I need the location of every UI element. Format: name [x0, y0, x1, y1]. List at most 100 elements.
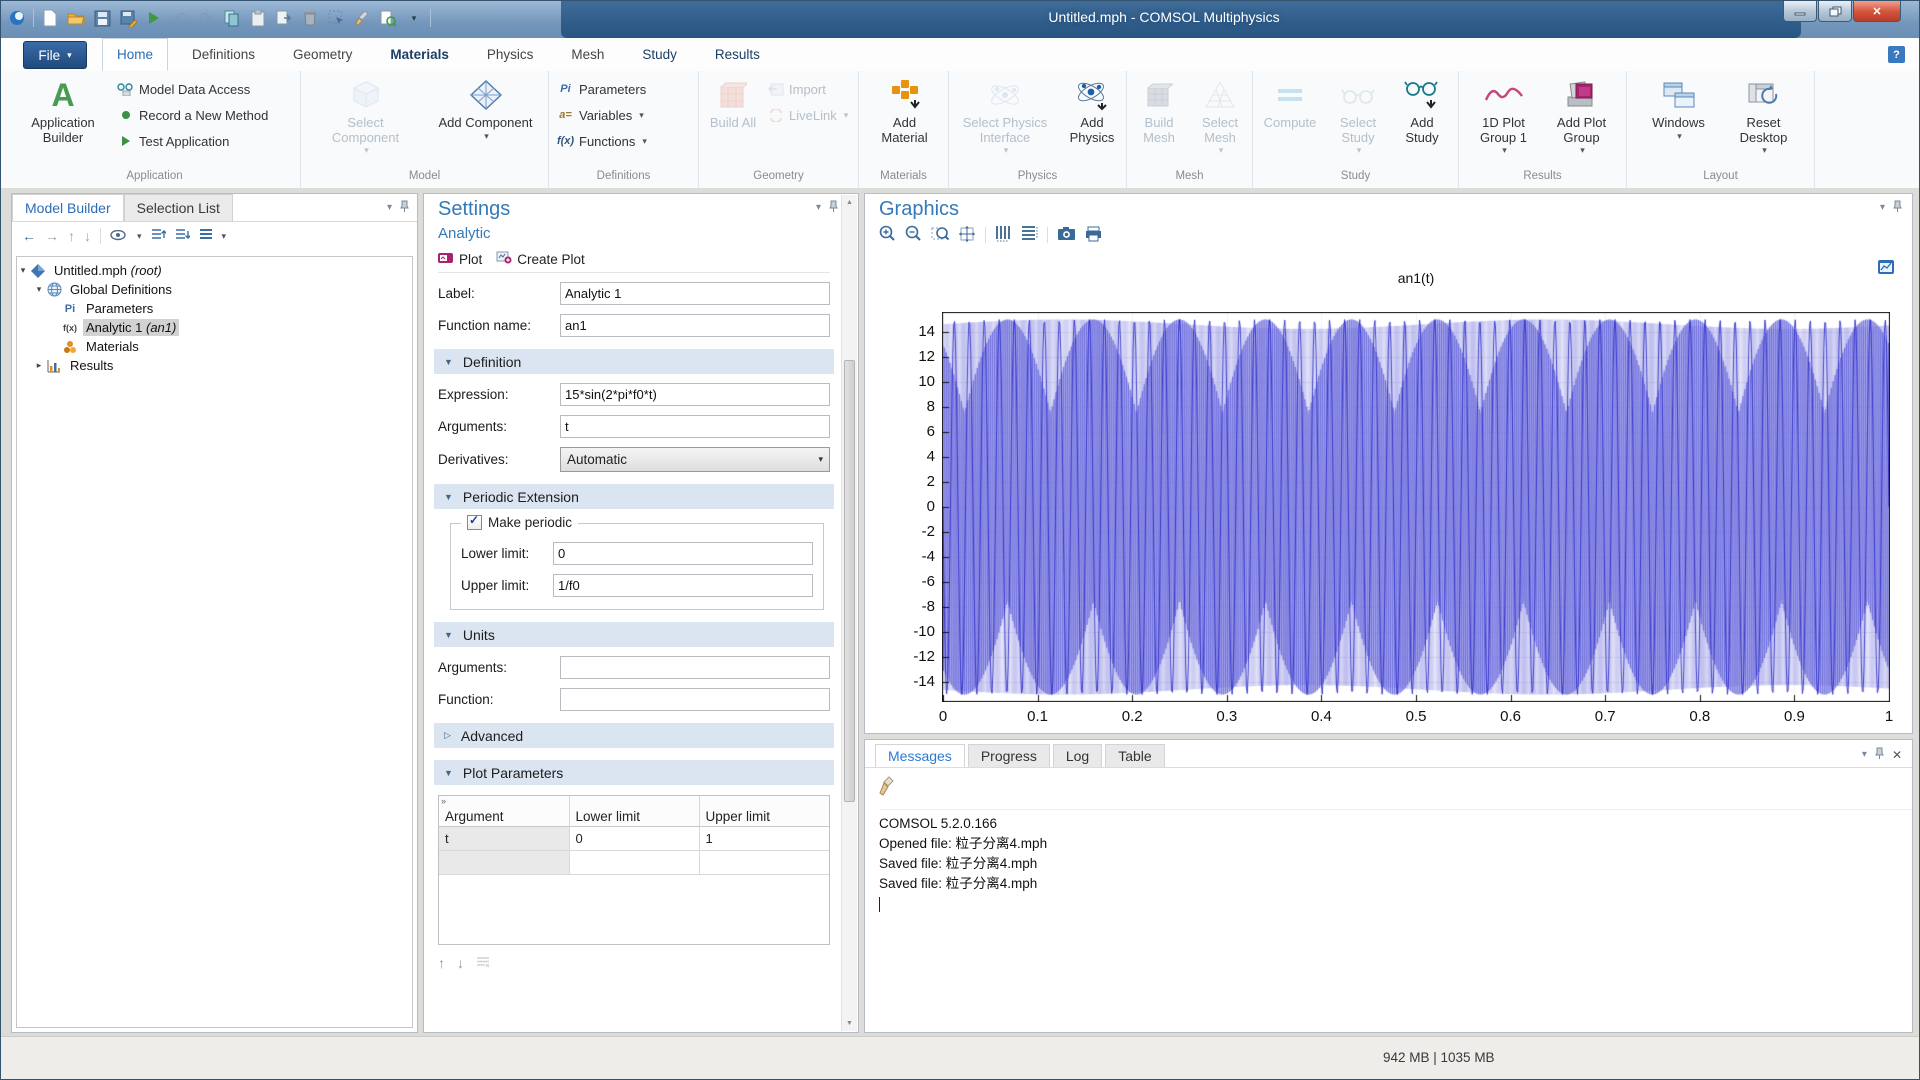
tab-model-builder[interactable]: Model Builder: [12, 194, 124, 221]
chevron-down-icon[interactable]: ▾: [1862, 749, 1867, 760]
delete-row-icon[interactable]: [476, 955, 490, 971]
plot-window-icon[interactable]: [1878, 260, 1894, 277]
expression-field[interactable]: [560, 383, 830, 406]
copy-icon[interactable]: [222, 8, 242, 28]
table-row[interactable]: [439, 851, 829, 875]
move-row-up-icon[interactable]: ↑: [438, 955, 445, 971]
back-icon[interactable]: ←: [22, 228, 36, 244]
expander-icon[interactable]: ▾: [17, 265, 29, 276]
tab-results[interactable]: Results: [701, 38, 774, 71]
pin-icon[interactable]: [1875, 747, 1884, 762]
add-study-button[interactable]: Add Study: [1395, 76, 1449, 145]
save-as-icon[interactable]: [118, 8, 138, 28]
expand-all-icon[interactable]: [151, 228, 166, 244]
tab-home[interactable]: Home: [102, 38, 168, 71]
zoom-extents-icon[interactable]: [958, 225, 976, 246]
tab-progress[interactable]: Progress: [968, 744, 1050, 767]
report-icon[interactable]: [378, 8, 398, 28]
paste-move-icon[interactable]: [274, 8, 294, 28]
tab-table[interactable]: Table: [1105, 744, 1164, 767]
expander-icon[interactable]: ▸: [33, 360, 45, 371]
pin-icon[interactable]: [400, 200, 409, 215]
more-dropdown-icon[interactable]: ▾: [404, 8, 424, 28]
function-name-field[interactable]: [560, 314, 830, 337]
file-menu-button[interactable]: File▾: [23, 41, 87, 69]
add-physics-button[interactable]: Add Physics: [1063, 76, 1121, 145]
chevron-down-icon[interactable]: ▾: [1880, 202, 1885, 213]
label-field[interactable]: [560, 282, 830, 305]
columns-icon[interactable]: [199, 228, 213, 244]
add-plot-group-button[interactable]: Add Plot Group▾: [1547, 76, 1617, 156]
upper-limit-field[interactable]: [553, 574, 813, 597]
dropdown-caret[interactable]: ▾: [222, 231, 227, 242]
application-builder-button[interactable]: A Application Builder: [15, 76, 111, 145]
section-advanced[interactable]: ▷ Advanced: [434, 723, 834, 748]
collapse-all-icon[interactable]: [175, 228, 190, 244]
tab-mesh[interactable]: Mesh: [557, 38, 618, 71]
tree-item-global-definitions[interactable]: ▾ Global Definitions: [17, 280, 412, 299]
redo-icon[interactable]: ↷: [196, 8, 216, 28]
tab-selection-list[interactable]: Selection List: [124, 194, 233, 221]
units-function-field[interactable]: [560, 688, 830, 711]
units-arguments-field[interactable]: [560, 656, 830, 679]
zoom-in-icon[interactable]: [879, 225, 896, 245]
grid-y-icon[interactable]: [1021, 225, 1038, 245]
pin-icon[interactable]: [1893, 200, 1902, 215]
chevron-down-icon[interactable]: ▾: [387, 202, 392, 213]
help-button[interactable]: ?: [1888, 46, 1905, 63]
column-header[interactable]: Argument: [439, 796, 569, 827]
arguments-field[interactable]: [560, 415, 830, 438]
scrollbar-thumb[interactable]: [844, 360, 855, 802]
tree-item-parameters[interactable]: Pi Parameters: [17, 299, 412, 318]
close-icon[interactable]: ✕: [1892, 748, 1902, 762]
dropdown-caret[interactable]: ▾: [137, 231, 142, 242]
model-data-access-button[interactable]: Model Data Access: [115, 76, 268, 102]
table-row[interactable]: t 0 1: [439, 827, 829, 851]
scroll-up-icon[interactable]: ▲: [842, 195, 857, 210]
parameters-button[interactable]: Pi Parameters: [555, 76, 647, 102]
section-units[interactable]: ▼ Units: [434, 622, 834, 647]
variables-button[interactable]: a= Variables▾: [555, 102, 647, 128]
tree-item-analytic-1[interactable]: f(x) Analytic 1 (an1): [17, 318, 412, 337]
record-new-method-button[interactable]: Record a New Method: [115, 102, 268, 128]
move-down-icon[interactable]: ↓: [84, 228, 91, 244]
tree-item-root[interactable]: ▾ Untitled.mph (root): [17, 261, 412, 280]
tab-log[interactable]: Log: [1053, 744, 1102, 767]
section-definition[interactable]: ▼ Definition: [434, 349, 834, 374]
tree-item-materials[interactable]: Materials: [17, 337, 412, 356]
print-icon[interactable]: [1085, 226, 1102, 245]
functions-button[interactable]: f(x) Functions▾: [555, 128, 647, 154]
move-up-icon[interactable]: ↑: [68, 228, 75, 244]
clear-messages-icon[interactable]: [879, 784, 895, 799]
undo-icon[interactable]: ↶: [170, 8, 190, 28]
restore-button[interactable]: [1818, 1, 1852, 22]
scroll-down-icon[interactable]: ▼: [842, 1016, 857, 1031]
plot-group-1d-button[interactable]: 1D Plot Group 1▾: [1471, 76, 1537, 156]
open-file-icon[interactable]: [66, 8, 86, 28]
plot-button[interactable]: Plot: [438, 252, 482, 267]
make-periodic-checkbox[interactable]: [467, 515, 482, 530]
column-header[interactable]: Lower limit: [569, 796, 699, 827]
minimize-button[interactable]: [1783, 1, 1817, 22]
tree-item-results[interactable]: ▸ Results: [17, 356, 412, 375]
tab-definitions[interactable]: Definitions: [178, 38, 269, 71]
windows-button[interactable]: Windows▾: [1644, 76, 1714, 142]
zoom-out-icon[interactable]: [905, 225, 922, 245]
column-header[interactable]: Upper limit: [699, 796, 829, 827]
forward-icon[interactable]: →: [45, 228, 59, 244]
derivatives-select[interactable]: Automatic ▾: [560, 447, 830, 472]
plot-canvas[interactable]: [942, 312, 1890, 702]
section-periodic-extension[interactable]: ▼ Periodic Extension: [434, 484, 834, 509]
save-icon[interactable]: [92, 8, 112, 28]
tab-physics[interactable]: Physics: [473, 38, 548, 71]
close-button[interactable]: ✕: [1853, 1, 1901, 22]
tab-materials[interactable]: Materials: [376, 38, 463, 71]
add-material-button[interactable]: Add Material: [870, 76, 940, 145]
grid-x-icon[interactable]: [995, 225, 1012, 245]
add-component-button[interactable]: Add Component▾: [433, 76, 539, 142]
snapshot-icon[interactable]: [1057, 226, 1076, 244]
select-box-icon[interactable]: [326, 8, 346, 28]
lower-limit-field[interactable]: [553, 542, 813, 565]
clear-brush-icon[interactable]: [352, 8, 372, 28]
new-file-icon[interactable]: [40, 8, 60, 28]
